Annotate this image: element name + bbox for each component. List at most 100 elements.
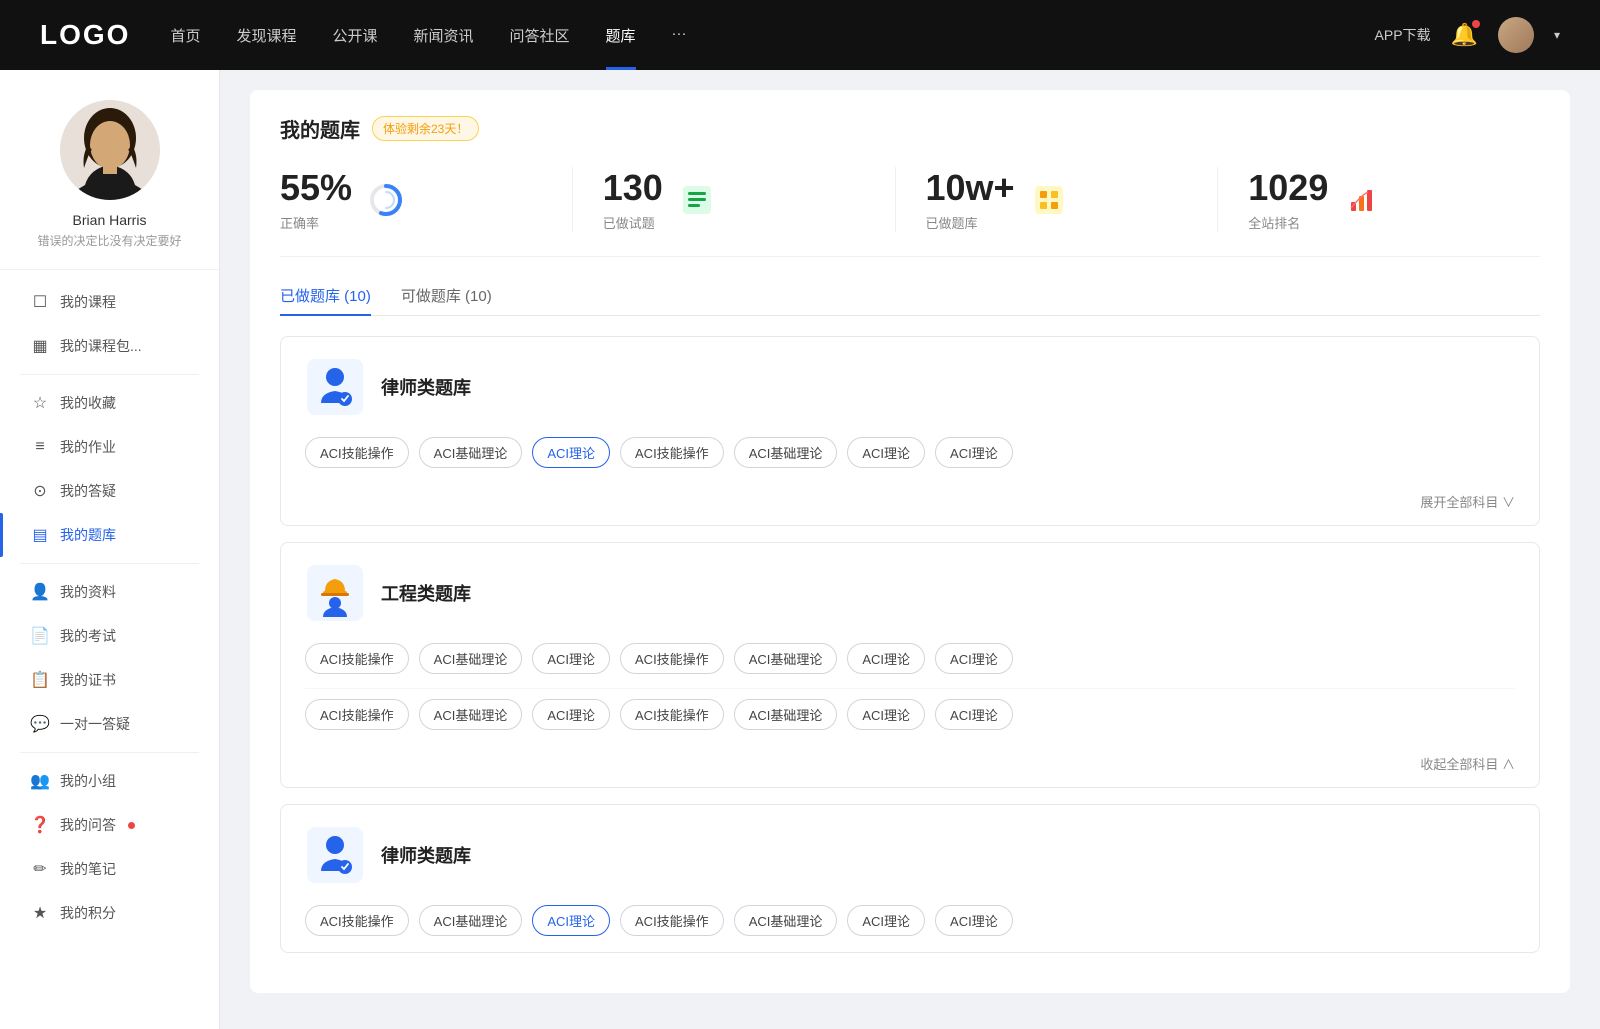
app-download-button[interactable]: APP下载 [1375,25,1431,45]
tag-eng-r2-5[interactable]: ACI理论 [847,699,925,730]
tag-lawyer2-5[interactable]: ACI理论 [847,905,925,936]
notification-bell[interactable]: 🔔 [1451,22,1478,48]
tag-lawyer2-1[interactable]: ACI基础理论 [419,905,523,936]
exams-icon: 📄 [30,626,50,646]
sidebar-item-notes[interactable]: ✏ 我的笔记 [0,847,219,891]
nav-link-opencourse[interactable]: 公开课 [332,25,377,46]
stat-rank-value: 1029 [1248,167,1328,209]
courses-icon: ☐ [30,292,50,312]
qbank-header-lawyer2: 律师类题库 [281,805,1539,905]
tag-lawyer1-2[interactable]: ACI理论 [532,437,610,468]
tag-eng-r1-2[interactable]: ACI理论 [532,643,610,674]
profile-icon: 👤 [30,582,50,602]
sidebar-item-my-courses[interactable]: ☐ 我的课程 [0,280,219,324]
sidebar-username: Brian Harris [73,212,147,228]
nav-link-qa[interactable]: 问答社区 [510,25,570,46]
nav-link-news[interactable]: 新闻资讯 [414,25,474,46]
sidebar-item-homework[interactable]: ≡ 我的作业 [0,425,219,469]
grid-icon [1029,180,1069,220]
tag-lawyer1-0[interactable]: ACI技能操作 [305,437,409,468]
stat-accuracy-label: 正确率 [280,213,352,232]
qbank-title-engineer: 工程类题库 [381,580,471,606]
sidebar-slogan: 错误的决定比没有决定要好 [37,232,181,249]
nav-link-more[interactable]: ··· [672,25,687,46]
qbank-tags-engineer-row1: ACI技能操作 ACI基础理论 ACI理论 ACI技能操作 ACI基础理论 AC… [281,643,1539,746]
tag-lawyer2-2[interactable]: ACI理论 [532,905,610,936]
tag-eng-r2-4[interactable]: ACI基础理论 [734,699,838,730]
certificates-icon: 📋 [30,670,50,690]
user-avatar[interactable] [1498,17,1534,53]
qbank-section-engineer: 工程类题库 ACI技能操作 ACI基础理论 ACI理论 ACI技能操作 ACI基… [280,542,1540,788]
sidebar-item-qa[interactable]: ⊙ 我的答疑 [0,469,219,513]
tag-lawyer2-6[interactable]: ACI理论 [935,905,1013,936]
expand-lawyer1-button[interactable]: 展开全部科目 ∨ [1420,492,1515,511]
one-on-one-icon: 💬 [30,714,50,734]
sidebar-item-favorites[interactable]: ☆ 我的收藏 [0,381,219,425]
tag-lawyer1-4[interactable]: ACI基础理论 [734,437,838,468]
nav-right: APP下载 🔔 ▾ [1375,17,1560,53]
tag-eng-r2-2[interactable]: ACI理论 [532,699,610,730]
tag-eng-r1-0[interactable]: ACI技能操作 [305,643,409,674]
sidebar-item-groups[interactable]: 👥 我的小组 [0,759,219,803]
sidebar-item-profile[interactable]: 👤 我的资料 [0,570,219,614]
sidebar-item-questions[interactable]: ❓ 我的问答 [0,803,219,847]
bar-chart-icon [1342,180,1382,220]
tag-eng-r1-5[interactable]: ACI理论 [847,643,925,674]
tag-eng-r2-3[interactable]: ACI技能操作 [620,699,724,730]
stats-row: 55% 正确率 130 已做试题 [280,167,1540,257]
qbank-section-lawyer2: 律师类题库 ACI技能操作 ACI基础理论 ACI理论 ACI技能操作 ACI基… [280,804,1540,953]
tag-lawyer1-3[interactable]: ACI技能操作 [620,437,724,468]
stat-done-banks: 10w+ 已做题库 [896,167,1219,232]
tag-eng-r1-1[interactable]: ACI基础理论 [419,643,523,674]
divider-1 [20,374,199,375]
sidebar-item-exams[interactable]: 📄 我的考试 [0,614,219,658]
notification-dot [1472,20,1480,28]
tab-available[interactable]: 可做题库 (10) [401,277,492,316]
tag-eng-r2-1[interactable]: ACI基础理论 [419,699,523,730]
qbank-tags-lawyer1: ACI技能操作 ACI基础理论 ACI理论 ACI技能操作 ACI基础理论 AC… [281,437,1539,484]
tag-lawyer1-1[interactable]: ACI基础理论 [419,437,523,468]
tag-lawyer1-5[interactable]: ACI理论 [847,437,925,468]
collapse-engineer-button[interactable]: 收起全部科目 ∧ [1420,754,1515,773]
stat-rank: 1029 全站排名 [1218,167,1540,232]
questions-icon: ❓ [30,815,50,835]
sidebar-item-questionbank[interactable]: ▤ 我的题库 [0,513,219,557]
points-icon: ★ [30,903,50,923]
nav-link-questionbank[interactable]: 题库 [606,25,636,46]
nav-link-discover[interactable]: 发现课程 [236,25,296,46]
qbank-footer-lawyer1: 展开全部科目 ∨ [281,484,1539,525]
lawyer-icon [305,357,365,417]
questionbank-card: 我的题库 体验剩余23天！ 55% 正确率 [250,90,1570,993]
trial-badge: 体验剩余23天！ [372,116,479,141]
stat-done-banks-value: 10w+ [926,167,1015,209]
qbank-section-lawyer1: 律师类题库 ACI技能操作 ACI基础理论 ACI理论 ACI技能操作 ACI基… [280,336,1540,526]
sidebar-item-course-package[interactable]: ▦ 我的课程包... [0,324,219,368]
nav-link-home[interactable]: 首页 [170,25,200,46]
homework-icon: ≡ [30,438,50,456]
sidebar-item-certificates[interactable]: 📋 我的证书 [0,658,219,702]
tag-eng-r1-4[interactable]: ACI基础理论 [734,643,838,674]
tab-done[interactable]: 已做题库 (10) [280,277,371,316]
tag-lawyer2-4[interactable]: ACI基础理论 [734,905,838,936]
tag-eng-r2-0[interactable]: ACI技能操作 [305,699,409,730]
sidebar-item-one-on-one[interactable]: 💬 一对一答疑 [0,702,219,746]
questionbank-icon: ▤ [30,525,50,545]
accuracy-donut-icon [366,180,406,220]
stat-done-banks-label: 已做题库 [926,213,1015,232]
sidebar-item-points[interactable]: ★ 我的积分 [0,891,219,935]
divider-2 [20,563,199,564]
questions-badge [128,822,135,829]
tag-lawyer2-0[interactable]: ACI技能操作 [305,905,409,936]
tag-eng-r1-6[interactable]: ACI理论 [935,643,1013,674]
tabs: 已做题库 (10) 可做题库 (10) [280,277,1540,316]
tag-eng-r1-3[interactable]: ACI技能操作 [620,643,724,674]
groups-icon: 👥 [30,771,50,791]
tag-lawyer2-3[interactable]: ACI技能操作 [620,905,724,936]
page-header: 我的题库 体验剩余23天！ [280,114,1540,143]
qbank-header-lawyer1: 律师类题库 [281,337,1539,437]
user-menu-chevron[interactable]: ▾ [1554,28,1560,42]
stat-rank-label: 全站排名 [1248,213,1328,232]
tag-eng-r2-6[interactable]: ACI理论 [935,699,1013,730]
avatar [60,100,160,200]
tag-lawyer1-6[interactable]: ACI理论 [935,437,1013,468]
